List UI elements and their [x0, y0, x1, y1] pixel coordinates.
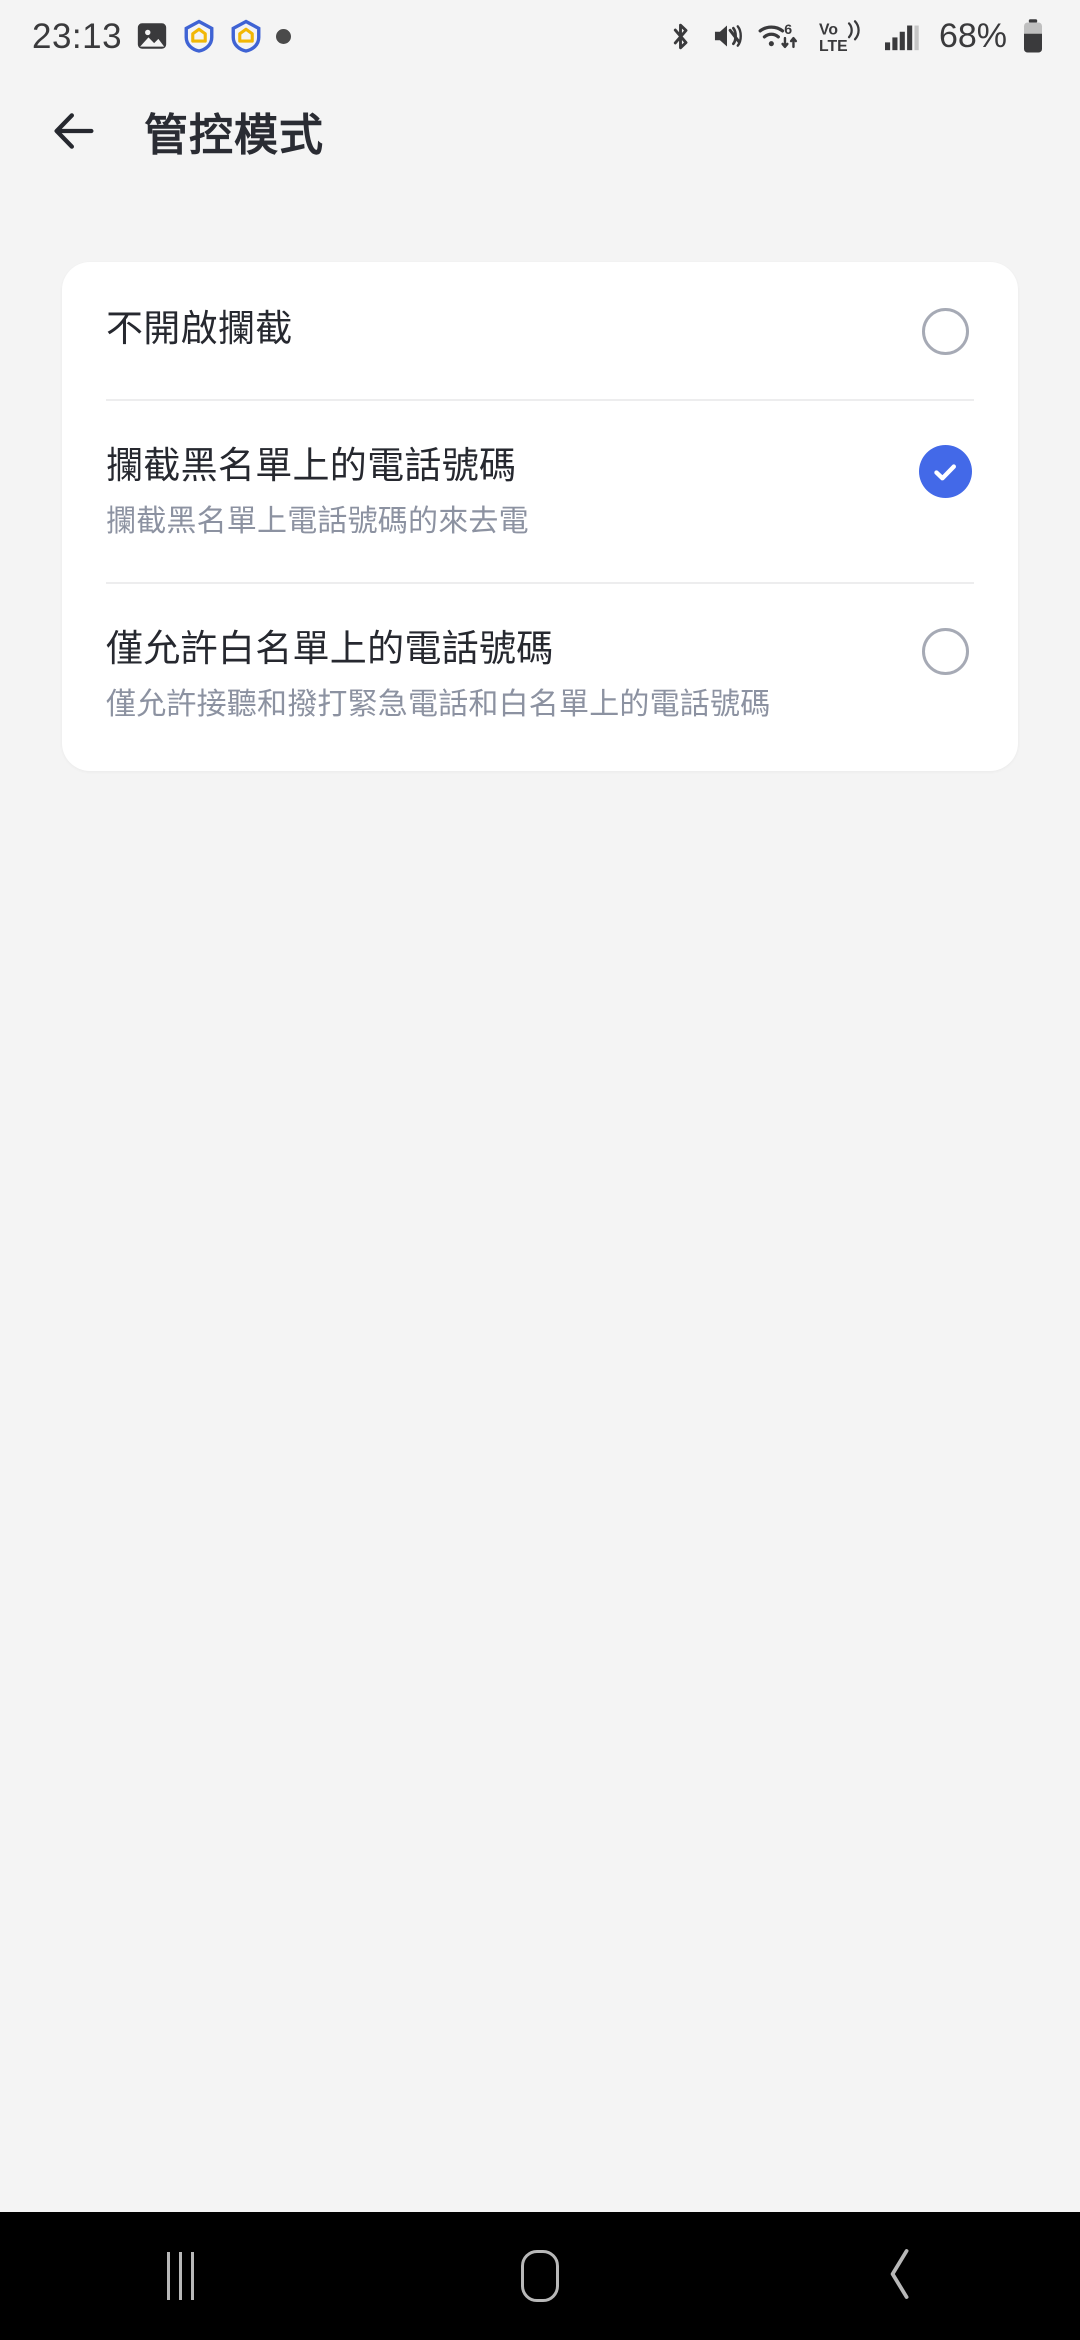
battery-percent-label: 68%	[938, 17, 1007, 55]
status-bar-left: 23:13	[32, 16, 292, 56]
svg-text:6: 6	[784, 22, 792, 38]
radio-unselected[interactable]	[914, 306, 976, 355]
option-allow-whitelist[interactable]: 僅允許白名單上的電話號碼 僅允許接聽和撥打緊急電話和白名單上的電話號碼	[62, 584, 1018, 771]
svg-text:LTE: LTE	[819, 38, 848, 54]
option-no-blocking[interactable]: 不開啟攔截	[62, 262, 1018, 399]
shield-app-icon	[182, 19, 216, 53]
option-subtitle: 僅允許接聽和撥打緊急電話和白名單上的電話號碼	[106, 688, 771, 722]
radio-selected[interactable]	[914, 443, 976, 498]
option-title: 僅允許白名單上的電話號碼	[106, 627, 554, 669]
volte-icon: Vo LTE	[816, 18, 870, 54]
option-text-group: 攔截黑名單上的電話號碼 攔截黑名單上電話號碼的來去電	[106, 443, 914, 544]
app-bar: 管控模式	[0, 72, 1080, 190]
phone-screen: 23:13 6 Vo LTE 68% 管控模式 不開啟攔截 攔截黑名單上的電話號…	[0, 0, 1080, 2340]
radio-unselected[interactable]	[914, 626, 976, 675]
bluetooth-icon	[664, 20, 697, 53]
battery-icon	[1020, 18, 1046, 54]
image-icon	[135, 19, 169, 53]
home-button[interactable]	[440, 2212, 640, 2340]
back-chevron-icon	[880, 2246, 920, 2307]
status-bar: 23:13 6 Vo LTE 68%	[0, 0, 1080, 72]
recents-icon	[166, 2252, 194, 2300]
mute-vibrate-icon	[710, 19, 744, 53]
back-button[interactable]	[800, 2212, 1000, 2340]
status-bar-clock: 23:13	[32, 16, 123, 56]
page-title: 管控模式	[144, 111, 324, 160]
radio-circle-icon	[921, 627, 969, 675]
recents-button[interactable]	[80, 2212, 280, 2340]
option-text-group: 僅允許白名單上的電話號碼 僅允許接聽和撥打緊急電話和白名單上的電話號碼	[106, 626, 914, 727]
blocking-mode-card: 不開啟攔截 攔截黑名單上的電話號碼 攔截黑名單上電話號碼的來去電 僅允許白名單上…	[62, 262, 1018, 771]
navigation-bar	[0, 2212, 1080, 2340]
home-icon	[521, 2250, 559, 2302]
check-circle-icon	[918, 445, 972, 498]
status-bar-right: 6 Vo LTE 68%	[664, 18, 1046, 54]
option-title: 不開啟攔截	[106, 308, 293, 349]
wifi-6-icon: 6	[757, 19, 803, 53]
radio-circle-icon	[921, 308, 969, 355]
option-block-blacklist[interactable]: 攔截黑名單上的電話號碼 攔截黑名單上電話號碼的來去電	[62, 401, 1018, 582]
option-text-group: 不開啟攔截	[106, 306, 914, 352]
dot-indicator	[276, 28, 292, 44]
option-subtitle: 攔截黑名單上電話號碼的來去電	[106, 505, 529, 539]
svg-text:Vo: Vo	[819, 22, 838, 39]
option-title: 攔截黑名單上的電話號碼	[106, 445, 517, 486]
signal-bars-icon	[883, 19, 921, 53]
back-arrow-icon[interactable]	[36, 93, 112, 169]
shield-app-icon	[229, 19, 263, 53]
